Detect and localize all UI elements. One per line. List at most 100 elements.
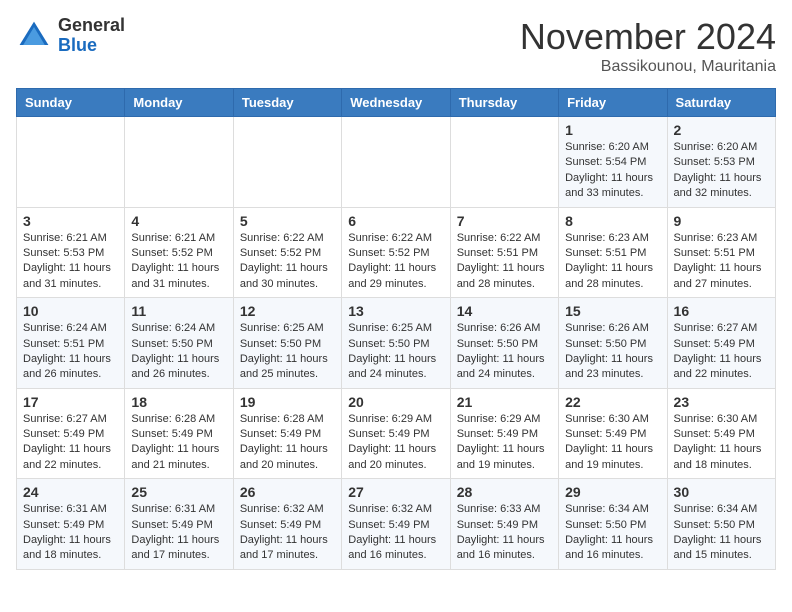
day-info: Sunrise: 6:27 AMSunset: 5:49 PMDaylight:… xyxy=(23,412,118,474)
calendar-cell: 27 Sunrise: 6:32 AMSunset: 5:49 PMDayligh… xyxy=(342,479,450,570)
calendar-cell: 4 Sunrise: 6:21 AMSunset: 5:52 PMDaylight… xyxy=(125,207,233,298)
calendar-cell: 13 Sunrise: 6:25 AMSunset: 5:50 PMDayligh… xyxy=(342,298,450,389)
day-number: 11 xyxy=(131,303,226,319)
day-info: Sunrise: 6:30 AMSunset: 5:49 PMDaylight:… xyxy=(565,412,660,474)
day-info: Sunrise: 6:32 AMSunset: 5:49 PMDaylight:… xyxy=(348,502,443,564)
calendar-cell xyxy=(450,117,558,208)
calendar-cell: 14 Sunrise: 6:26 AMSunset: 5:50 PMDayligh… xyxy=(450,298,558,389)
weekday-header-sunday: Sunday xyxy=(17,89,125,117)
day-info: Sunrise: 6:26 AMSunset: 5:50 PMDaylight:… xyxy=(457,321,552,383)
day-number: 3 xyxy=(23,213,118,229)
weekday-header-tuesday: Tuesday xyxy=(233,89,341,117)
calendar-week-row: 10Sunrise: 6:24 AMSunset: 5:51 PMDayligh… xyxy=(17,298,776,389)
day-number: 8 xyxy=(565,213,660,229)
calendar-cell: 3 Sunrise: 6:21 AMSunset: 5:53 PMDaylight… xyxy=(17,207,125,298)
title-block: November 2024 Bassikounou, Mauritania xyxy=(520,16,776,76)
calendar-cell: 21 Sunrise: 6:29 AMSunset: 5:49 PMDayligh… xyxy=(450,388,558,479)
day-info: Sunrise: 6:24 AMSunset: 5:51 PMDaylight:… xyxy=(23,321,118,383)
day-info: Sunrise: 6:27 AMSunset: 5:49 PMDaylight:… xyxy=(674,321,769,383)
calendar-cell: 11 Sunrise: 6:24 AMSunset: 5:50 PMDayligh… xyxy=(125,298,233,389)
logo: General Blue xyxy=(16,16,125,56)
day-number: 22 xyxy=(565,394,660,410)
calendar-cell: 15Sunrise: 6:26 AMSunset: 5:50 PMDayligh… xyxy=(559,298,667,389)
day-info: Sunrise: 6:23 AMSunset: 5:51 PMDaylight:… xyxy=(674,231,769,293)
day-number: 13 xyxy=(348,303,443,319)
weekday-header-saturday: Saturday xyxy=(667,89,775,117)
calendar-cell: 18 Sunrise: 6:28 AMSunset: 5:49 PMDayligh… xyxy=(125,388,233,479)
day-number: 26 xyxy=(240,484,335,500)
day-info: Sunrise: 6:28 AMSunset: 5:49 PMDaylight:… xyxy=(131,412,226,474)
calendar-cell xyxy=(342,117,450,208)
calendar-cell: 8 Sunrise: 6:23 AMSunset: 5:51 PMDaylight… xyxy=(559,207,667,298)
day-number: 18 xyxy=(131,394,226,410)
day-number: 30 xyxy=(674,484,769,500)
day-number: 19 xyxy=(240,394,335,410)
day-info: Sunrise: 6:25 AMSunset: 5:50 PMDaylight:… xyxy=(348,321,443,383)
day-info: Sunrise: 6:32 AMSunset: 5:49 PMDaylight:… xyxy=(240,502,335,564)
day-info: Sunrise: 6:25 AMSunset: 5:50 PMDaylight:… xyxy=(240,321,335,383)
day-info: Sunrise: 6:22 AMSunset: 5:52 PMDaylight:… xyxy=(348,231,443,293)
day-info: Sunrise: 6:34 AMSunset: 5:50 PMDaylight:… xyxy=(565,502,660,564)
calendar-cell: 2 Sunrise: 6:20 AMSunset: 5:53 PMDaylight… xyxy=(667,117,775,208)
location-title: Bassikounou, Mauritania xyxy=(520,58,776,76)
calendar-cell xyxy=(17,117,125,208)
day-number: 7 xyxy=(457,213,552,229)
calendar-cell: 26 Sunrise: 6:32 AMSunset: 5:49 PMDayligh… xyxy=(233,479,341,570)
day-info: Sunrise: 6:24 AMSunset: 5:50 PMDaylight:… xyxy=(131,321,226,383)
calendar-cell: 25Sunrise: 6:31 AMSunset: 5:49 PMDayligh… xyxy=(125,479,233,570)
day-info: Sunrise: 6:21 AMSunset: 5:52 PMDaylight:… xyxy=(131,231,226,293)
day-number: 16 xyxy=(674,303,769,319)
day-number: 5 xyxy=(240,213,335,229)
calendar-cell: 24 Sunrise: 6:31 AMSunset: 5:49 PMDayligh… xyxy=(17,479,125,570)
calendar-week-row: 24 Sunrise: 6:31 AMSunset: 5:49 PMDayligh… xyxy=(17,479,776,570)
calendar-cell: 7 Sunrise: 6:22 AMSunset: 5:51 PMDaylight… xyxy=(450,207,558,298)
logo-blue: Blue xyxy=(58,35,97,55)
day-number: 14 xyxy=(457,303,552,319)
day-number: 20 xyxy=(348,394,443,410)
calendar-cell xyxy=(233,117,341,208)
day-number: 28 xyxy=(457,484,552,500)
calendar-cell: 9 Sunrise: 6:23 AMSunset: 5:51 PMDaylight… xyxy=(667,207,775,298)
calendar-cell: 12 Sunrise: 6:25 AMSunset: 5:50 PMDayligh… xyxy=(233,298,341,389)
calendar-cell: 22 Sunrise: 6:30 AMSunset: 5:49 PMDayligh… xyxy=(559,388,667,479)
day-info: Sunrise: 6:31 AMSunset: 5:49 PMDaylight:… xyxy=(23,502,118,564)
logo-icon xyxy=(16,18,52,54)
day-info: Sunrise: 6:31 AMSunset: 5:49 PMDaylight:… xyxy=(131,502,226,564)
day-info: Sunrise: 6:33 AMSunset: 5:49 PMDaylight:… xyxy=(457,502,552,564)
calendar-cell: 30 Sunrise: 6:34 AMSunset: 5:50 PMDayligh… xyxy=(667,479,775,570)
day-number: 27 xyxy=(348,484,443,500)
weekday-header-friday: Friday xyxy=(559,89,667,117)
day-number: 24 xyxy=(23,484,118,500)
day-info: Sunrise: 6:21 AMSunset: 5:53 PMDaylight:… xyxy=(23,231,118,293)
month-title: November 2024 xyxy=(520,16,776,58)
calendar-cell: 20 Sunrise: 6:29 AMSunset: 5:49 PMDayligh… xyxy=(342,388,450,479)
day-number: 9 xyxy=(674,213,769,229)
day-number: 4 xyxy=(131,213,226,229)
day-info: Sunrise: 6:23 AMSunset: 5:51 PMDaylight:… xyxy=(565,231,660,293)
calendar-table: SundayMondayTuesdayWednesdayThursdayFrid… xyxy=(16,88,776,570)
weekday-header-row: SundayMondayTuesdayWednesdayThursdayFrid… xyxy=(17,89,776,117)
calendar-cell: 28 Sunrise: 6:33 AMSunset: 5:49 PMDayligh… xyxy=(450,479,558,570)
day-number: 2 xyxy=(674,122,769,138)
weekday-header-wednesday: Wednesday xyxy=(342,89,450,117)
day-number: 15 xyxy=(565,303,660,319)
day-number: 6 xyxy=(348,213,443,229)
day-info: Sunrise: 6:30 AMSunset: 5:49 PMDaylight:… xyxy=(674,412,769,474)
calendar-cell xyxy=(125,117,233,208)
calendar-cell: 23Sunrise: 6:30 AMSunset: 5:49 PMDayligh… xyxy=(667,388,775,479)
calendar-week-row: 1Sunrise: 6:20 AMSunset: 5:54 PMDaylight… xyxy=(17,117,776,208)
day-info: Sunrise: 6:34 AMSunset: 5:50 PMDaylight:… xyxy=(674,502,769,564)
calendar-cell: 6 Sunrise: 6:22 AMSunset: 5:52 PMDaylight… xyxy=(342,207,450,298)
day-info: Sunrise: 6:20 AMSunset: 5:53 PMDaylight:… xyxy=(674,140,769,202)
day-info: Sunrise: 6:29 AMSunset: 5:49 PMDaylight:… xyxy=(457,412,552,474)
day-info: Sunrise: 6:22 AMSunset: 5:51 PMDaylight:… xyxy=(457,231,552,293)
calendar-cell: 19Sunrise: 6:28 AMSunset: 5:49 PMDayligh… xyxy=(233,388,341,479)
day-info: Sunrise: 6:29 AMSunset: 5:49 PMDaylight:… xyxy=(348,412,443,474)
day-number: 12 xyxy=(240,303,335,319)
calendar-cell: 10Sunrise: 6:24 AMSunset: 5:51 PMDayligh… xyxy=(17,298,125,389)
day-number: 21 xyxy=(457,394,552,410)
calendar-week-row: 17Sunrise: 6:27 AMSunset: 5:49 PMDayligh… xyxy=(17,388,776,479)
calendar-week-row: 3 Sunrise: 6:21 AMSunset: 5:53 PMDaylight… xyxy=(17,207,776,298)
calendar-cell: 16 Sunrise: 6:27 AMSunset: 5:49 PMDayligh… xyxy=(667,298,775,389)
calendar-cell: 29Sunrise: 6:34 AMSunset: 5:50 PMDayligh… xyxy=(559,479,667,570)
